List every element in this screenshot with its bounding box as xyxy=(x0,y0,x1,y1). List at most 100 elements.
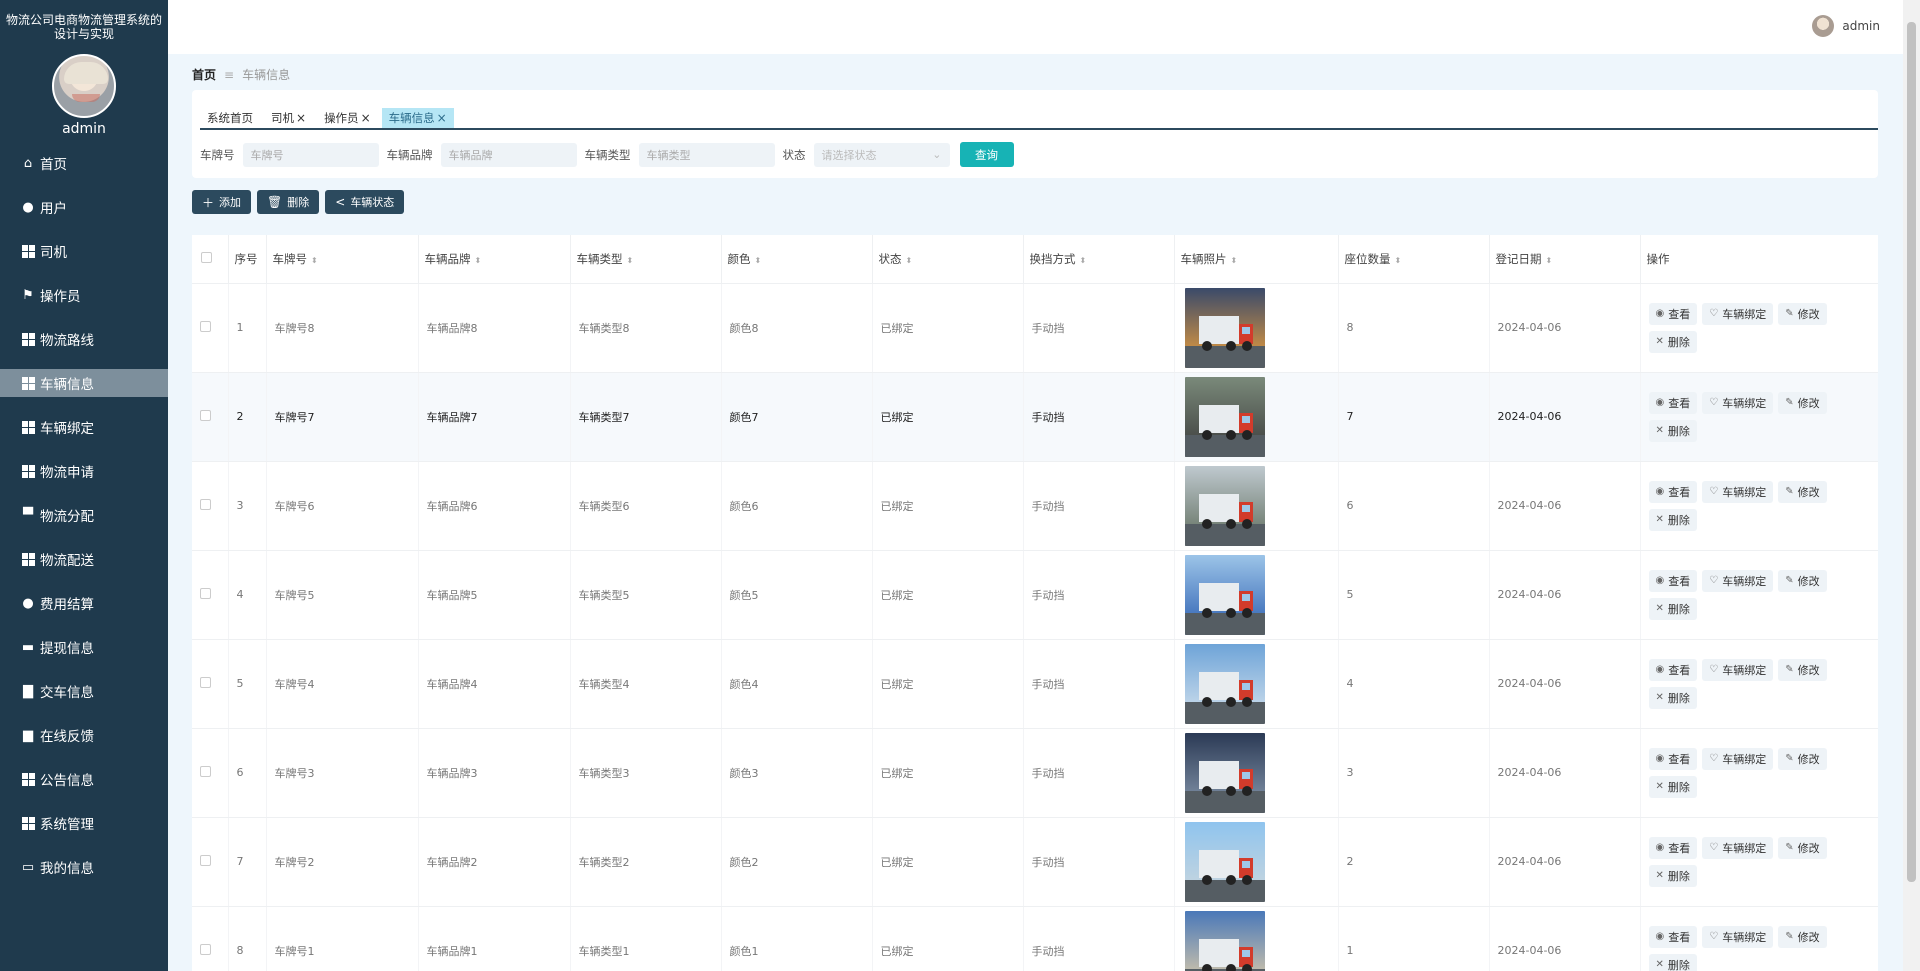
vehicle-photo[interactable] xyxy=(1184,732,1265,813)
row-checkbox[interactable] xyxy=(200,943,211,955)
column-header[interactable]: 登记日期 ⬍ xyxy=(1489,235,1641,284)
table-row[interactable]: 2 车牌号7 车辆品牌7 车辆类型7 颜色7 已绑定 手动挡 7 2024-04-06 ◉ 查看 ♡ 车… xyxy=(192,372,1878,462)
edit-button[interactable]: ✎ 修改 xyxy=(1778,747,1827,770)
scrollbar-thumb[interactable] xyxy=(1907,22,1916,882)
edit-button[interactable]: ✎ 修改 xyxy=(1778,925,1827,948)
sort-icon[interactable]: ⬍ xyxy=(475,256,482,265)
column-header[interactable]: 车辆品牌 ⬍ xyxy=(418,235,571,284)
sort-icon[interactable]: ⬍ xyxy=(1080,256,1087,265)
sort-icon[interactable]: ⬍ xyxy=(1231,256,1238,265)
tab-3[interactable]: 车辆信息 × xyxy=(381,108,454,128)
sidebar-item-2[interactable]: 司机 xyxy=(0,237,168,265)
avatar[interactable] xyxy=(52,54,116,118)
column-header[interactable]: 座位数量 ⬍ xyxy=(1338,235,1490,284)
header-user-menu[interactable]: admin xyxy=(1812,15,1880,37)
sort-icon[interactable]: ⬍ xyxy=(755,256,762,265)
column-header[interactable]: 车牌号 ⬍ xyxy=(266,235,419,284)
brand-input[interactable]: 车辆品牌 xyxy=(440,142,577,167)
vehicle-photo[interactable] xyxy=(1184,376,1265,457)
tab-1[interactable]: 司机 × xyxy=(264,108,313,128)
row-delete-button[interactable]: ✕ 删除 xyxy=(1648,330,1697,353)
status-select[interactable]: 请选择状态 ⌄ xyxy=(813,142,950,167)
row-delete-button[interactable]: ✕ 删除 xyxy=(1648,775,1697,798)
row-delete-button[interactable]: ✕ 删除 xyxy=(1648,419,1697,442)
sort-icon[interactable]: ⬍ xyxy=(1395,256,1402,265)
column-header[interactable]: 换挡方式 ⬍ xyxy=(1023,235,1175,284)
row-checkbox[interactable] xyxy=(200,765,211,777)
row-delete-button[interactable]: ✕ 删除 xyxy=(1648,686,1697,709)
row-checkbox[interactable] xyxy=(200,498,211,510)
view-button[interactable]: ◉ 查看 xyxy=(1648,747,1698,770)
close-icon[interactable]: × xyxy=(296,111,306,125)
sidebar-item-10[interactable]: ● 费用结算 xyxy=(0,589,168,617)
view-button[interactable]: ◉ 查看 xyxy=(1648,658,1698,681)
bind-vehicle-button[interactable]: ♡ 车辆绑定 xyxy=(1702,391,1774,414)
sidebar-item-3[interactable]: ⚑ 操作员 xyxy=(0,281,168,309)
table-row[interactable]: 4 车牌号5 车辆品牌5 车辆类型5 颜色5 已绑定 手动挡 5 2024-04-06 ◉ 查看 ♡ 车… xyxy=(192,550,1878,640)
column-header[interactable]: 颜色 ⬍ xyxy=(721,235,873,284)
row-delete-button[interactable]: ✕ 删除 xyxy=(1648,508,1697,531)
column-header[interactable]: 车辆类型 ⬍ xyxy=(570,235,722,284)
row-checkbox[interactable] xyxy=(200,587,211,599)
view-button[interactable]: ◉ 查看 xyxy=(1648,480,1698,503)
bind-vehicle-button[interactable]: ♡ 车辆绑定 xyxy=(1702,747,1774,770)
type-input[interactable]: 车辆类型 xyxy=(638,142,775,167)
view-button[interactable]: ◉ 查看 xyxy=(1648,302,1698,325)
sidebar-item-15[interactable]: 系统管理 xyxy=(0,809,168,837)
sidebar-item-16[interactable]: ▭ 我的信息 xyxy=(0,853,168,881)
view-button[interactable]: ◉ 查看 xyxy=(1648,836,1698,859)
bind-vehicle-button[interactable]: ♡ 车辆绑定 xyxy=(1702,302,1774,325)
table-row[interactable]: 6 车牌号3 车辆品牌3 车辆类型3 颜色3 已绑定 手动挡 3 2024-04-06 ◉ 查看 ♡ 车… xyxy=(192,728,1878,818)
select-all-checkbox[interactable] xyxy=(201,251,212,263)
row-checkbox[interactable] xyxy=(200,854,211,866)
row-checkbox[interactable] xyxy=(200,409,211,421)
table-row[interactable]: 1 车牌号8 车辆品牌8 车辆类型8 颜色8 已绑定 手动挡 8 2024-04-06 ◉ 查看 ♡ 车… xyxy=(192,283,1878,373)
sort-icon[interactable]: ⬍ xyxy=(311,256,318,265)
edit-button[interactable]: ✎ 修改 xyxy=(1778,480,1827,503)
sidebar-item-5[interactable]: 车辆信息 xyxy=(0,369,168,397)
table-row[interactable]: 5 车牌号4 车辆品牌4 车辆类型4 颜色4 已绑定 手动挡 4 2024-04-06 ◉ 查看 ♡ 车… xyxy=(192,639,1878,729)
sidebar-item-14[interactable]: 公告信息 xyxy=(0,765,168,793)
column-header[interactable]: 状态 ⬍ xyxy=(872,235,1024,284)
row-delete-button[interactable]: ✕ 删除 xyxy=(1648,597,1697,620)
sidebar-item-1[interactable]: ● 用户 xyxy=(0,193,168,221)
sidebar-item-0[interactable]: ⌂ 首页 xyxy=(0,149,168,177)
sort-icon[interactable]: ⬍ xyxy=(627,256,634,265)
sidebar-item-6[interactable]: 车辆绑定 xyxy=(0,413,168,441)
row-checkbox[interactable] xyxy=(200,320,211,332)
view-button[interactable]: ◉ 查看 xyxy=(1648,925,1698,948)
sidebar-item-13[interactable]: ▆ 在线反馈 xyxy=(0,721,168,749)
vehicle-photo[interactable] xyxy=(1184,287,1265,368)
sidebar-item-7[interactable]: 物流申请 xyxy=(0,457,168,485)
view-button[interactable]: ◉ 查看 xyxy=(1648,569,1698,592)
plate-input[interactable]: 车牌号 xyxy=(242,142,379,167)
bind-vehicle-button[interactable]: ♡ 车辆绑定 xyxy=(1702,925,1774,948)
sidebar-item-11[interactable]: ▬ 提现信息 xyxy=(0,633,168,661)
vehicle-photo[interactable] xyxy=(1184,465,1265,546)
vehicle-photo[interactable] xyxy=(1184,821,1265,902)
edit-button[interactable]: ✎ 修改 xyxy=(1778,658,1827,681)
sort-icon[interactable]: ⬍ xyxy=(906,256,913,265)
vehicle-photo[interactable] xyxy=(1184,554,1265,635)
edit-button[interactable]: ✎ 修改 xyxy=(1778,391,1827,414)
sidebar-item-9[interactable]: 物流配送 xyxy=(0,545,168,573)
table-row[interactable]: 3 车牌号6 车辆品牌6 车辆类型6 颜色6 已绑定 手动挡 6 2024-04-06 ◉ 查看 ♡ 车… xyxy=(192,461,1878,551)
close-icon[interactable]: × xyxy=(361,111,371,125)
edit-button[interactable]: ✎ 修改 xyxy=(1778,302,1827,325)
column-header[interactable]: 车辆照片 ⬍ xyxy=(1174,235,1339,284)
vehicle-photo[interactable] xyxy=(1184,910,1265,971)
table-row[interactable]: 8 车牌号1 车辆品牌1 车辆类型1 颜色1 已绑定 手动挡 1 2024-04-06 ◉ 查看 ♡ 车… xyxy=(192,906,1878,971)
sort-icon[interactable]: ⬍ xyxy=(1546,256,1553,265)
delete-button[interactable]: 🗑 删除 xyxy=(257,190,320,214)
add-button[interactable]: ＋ 添加 xyxy=(192,190,252,214)
table-row[interactable]: 7 车牌号2 车辆品牌2 车辆类型2 颜色2 已绑定 手动挡 2 2024-04-06 ◉ 查看 ♡ 车… xyxy=(192,817,1878,907)
row-delete-button[interactable]: ✕ 删除 xyxy=(1648,953,1697,971)
sidebar-item-4[interactable]: 物流路线 xyxy=(0,325,168,353)
bind-vehicle-button[interactable]: ♡ 车辆绑定 xyxy=(1702,658,1774,681)
row-checkbox[interactable] xyxy=(200,676,211,688)
sidebar-item-12[interactable]: ▇ 交车信息 xyxy=(0,677,168,705)
edit-button[interactable]: ✎ 修改 xyxy=(1778,569,1827,592)
row-delete-button[interactable]: ✕ 删除 xyxy=(1648,864,1697,887)
tab-2[interactable]: 操作员 × xyxy=(317,108,378,128)
view-button[interactable]: ◉ 查看 xyxy=(1648,391,1698,414)
